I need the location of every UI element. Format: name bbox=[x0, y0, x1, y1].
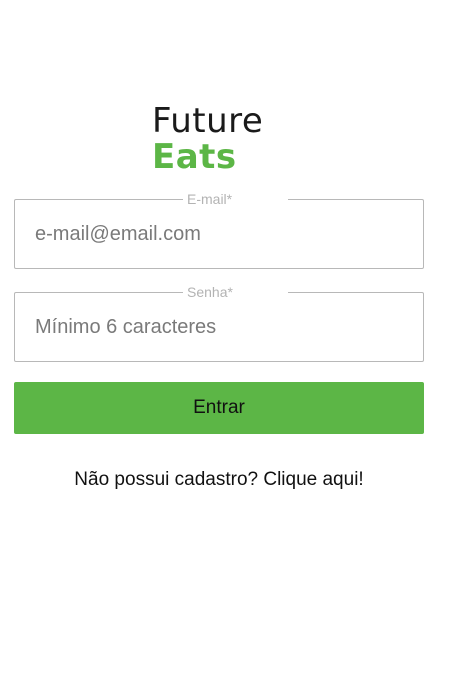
email-field: E-mail* bbox=[14, 191, 424, 269]
login-page: Future Eats E-mail* Senha* Entrar Não po… bbox=[0, 0, 458, 681]
signup-link[interactable]: Não possui cadastro? Clique aqui! bbox=[0, 469, 438, 491]
login-button[interactable]: Entrar bbox=[14, 382, 424, 434]
logo-text-future: Future bbox=[152, 101, 264, 141]
password-input[interactable] bbox=[35, 293, 405, 361]
email-input[interactable] bbox=[35, 200, 405, 268]
password-field: Senha* bbox=[14, 284, 424, 362]
future-eats-logo: Future Eats bbox=[152, 104, 292, 178]
logo-text-eats: Eats bbox=[152, 137, 237, 177]
